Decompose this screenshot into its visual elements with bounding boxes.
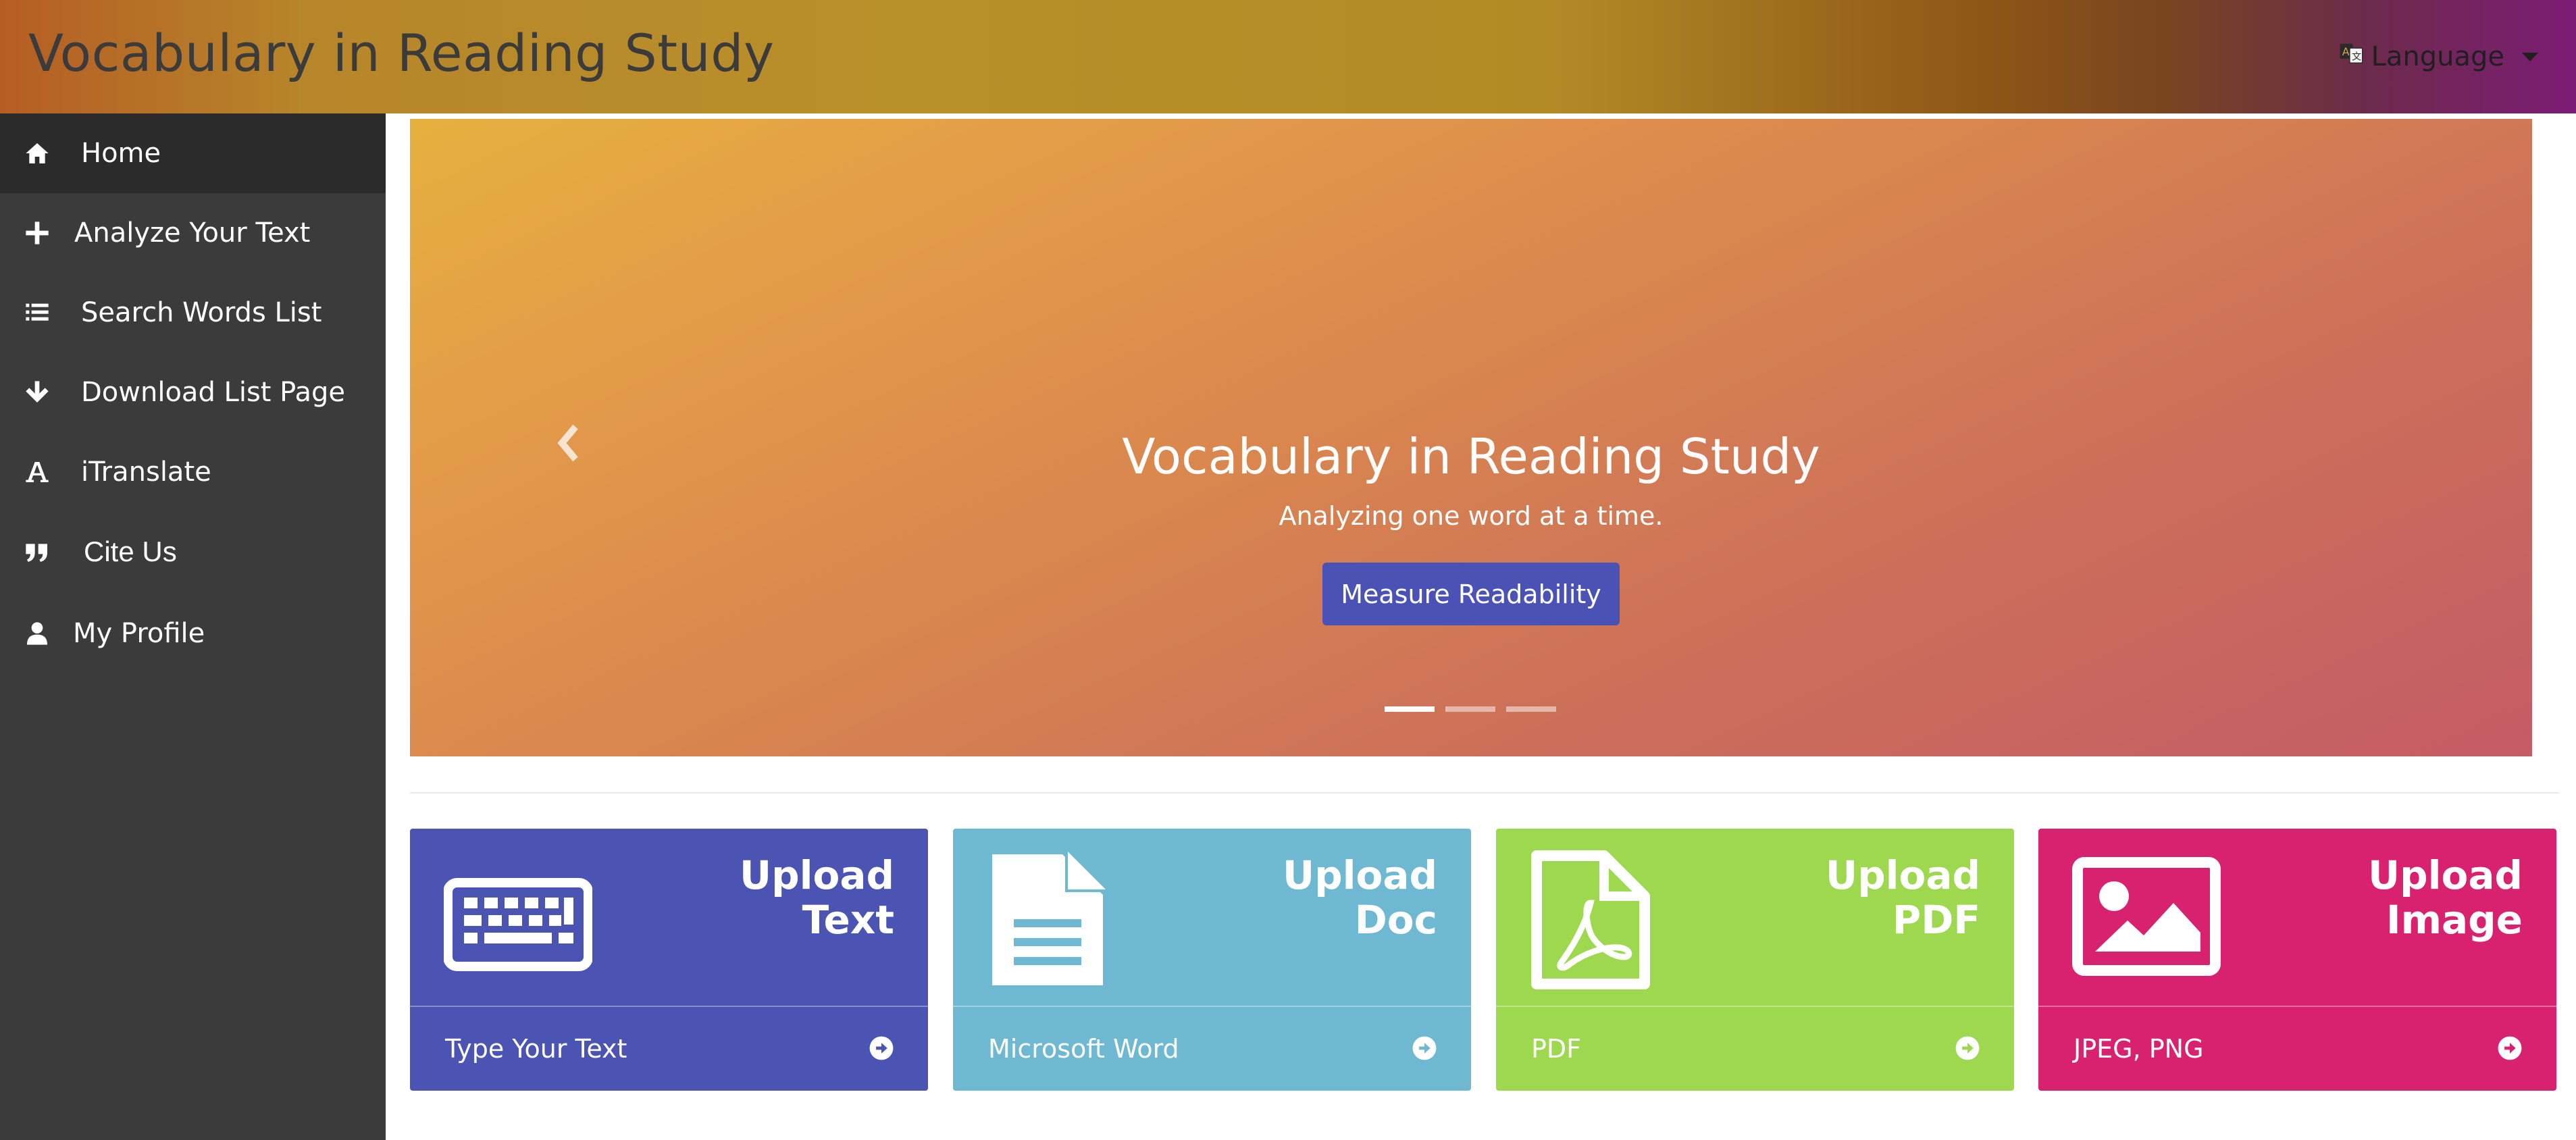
- section-divider: [410, 792, 2559, 794]
- card-title-line2: Doc: [1354, 897, 1437, 943]
- card-title: Upload Image: [2239, 853, 2523, 942]
- sidebar: Home Analyze Your Text Search Words List…: [0, 113, 386, 1140]
- upload-pdf-card[interactable]: Upload PDF PDF: [1496, 829, 2014, 1091]
- card-footer-label: Type Your Text: [445, 1034, 627, 1064]
- card-title-line1: Upload: [2368, 852, 2523, 898]
- keyboard-icon: [443, 849, 593, 980]
- card-title-line1: Upload: [1826, 852, 1980, 898]
- sidebar-item-analyze-your-text[interactable]: Analyze Your Text: [0, 193, 386, 273]
- carousel-subtitle: Analyzing one word at a time.: [1279, 501, 1664, 531]
- svg-text:文: 文: [2352, 51, 2361, 63]
- card-title: Upload PDF: [1697, 853, 1980, 942]
- chevron-down-icon: [2522, 52, 2538, 61]
- card-title-line2: Text: [802, 897, 894, 943]
- sidebar-item-label: My Profile: [73, 618, 205, 649]
- sidebar-item-download-list-page[interactable]: Download List Page: [0, 353, 386, 432]
- image-icon: [2072, 849, 2221, 980]
- card-title-line1: Upload: [1283, 852, 1437, 898]
- arrow-circle-right-icon[interactable]: [1955, 1035, 1980, 1061]
- card-divider: [1496, 1006, 2014, 1007]
- user-icon: [23, 619, 51, 648]
- arrow-circle-right-icon[interactable]: [1412, 1035, 1437, 1061]
- translate-icon: A文: [2339, 41, 2365, 73]
- card-footer-label: PDF: [1531, 1034, 1582, 1064]
- font-icon: [23, 458, 51, 486]
- card-footer-label: Microsoft Word: [988, 1034, 1179, 1064]
- home-icon: [23, 139, 51, 167]
- upload-text-card[interactable]: Upload Text Type Your Text: [410, 829, 928, 1091]
- language-label: Language: [2371, 41, 2504, 72]
- sidebar-item-search-words-list[interactable]: Search Words List: [0, 273, 386, 353]
- sidebar-item-label: Download List Page: [81, 377, 346, 408]
- card-title-line2: PDF: [1892, 897, 1980, 943]
- sidebar-item-label: Cite Us: [84, 536, 177, 567]
- card-title-line2: Image: [2386, 897, 2523, 943]
- carousel-indicator-2[interactable]: [1445, 706, 1495, 712]
- quote-icon: [23, 538, 51, 566]
- site-title[interactable]: Vocabulary in Reading Study: [28, 23, 774, 83]
- card-divider: [410, 1006, 928, 1007]
- card-title: Upload Text: [611, 853, 894, 942]
- measure-readability-button[interactable]: Measure Readability: [1322, 563, 1620, 625]
- carousel-indicators: [1385, 706, 1556, 712]
- sidebar-item-label: Analyze Your Text: [74, 217, 311, 249]
- carousel-title: Vocabulary in Reading Study: [1122, 428, 1820, 485]
- arrow-circle-right-icon[interactable]: [869, 1035, 894, 1061]
- sidebar-item-home[interactable]: Home: [0, 113, 386, 193]
- carousel-indicator-1[interactable]: [1385, 706, 1435, 712]
- sidebar-item-my-profile[interactable]: My Profile: [0, 594, 386, 673]
- arrow-circle-right-icon[interactable]: [2497, 1035, 2523, 1061]
- plus-icon: [23, 219, 51, 247]
- document-icon: [987, 849, 1108, 993]
- carousel-indicator-3[interactable]: [1506, 706, 1556, 712]
- language-dropdown[interactable]: A文 Language: [2339, 38, 2538, 76]
- card-divider: [2038, 1006, 2556, 1007]
- arrow-down-icon: [23, 378, 51, 407]
- svg-text:A: A: [2342, 45, 2349, 58]
- sidebar-item-label: Home: [81, 138, 161, 169]
- sidebar-item-itranslate[interactable]: iTranslate: [0, 432, 386, 512]
- card-title-line1: Upload: [740, 852, 894, 898]
- sidebar-item-label: iTranslate: [81, 457, 211, 488]
- hero-carousel: Vocabulary in Reading Study Analyzing on…: [410, 119, 2532, 756]
- upload-doc-card[interactable]: Upload Doc Microsoft Word: [953, 829, 1471, 1091]
- sidebar-item-label: Search Words List: [81, 297, 322, 328]
- sidebar-item-cite-us[interactable]: Cite Us: [0, 512, 386, 592]
- list-icon: [23, 299, 51, 327]
- card-title: Upload Doc: [1154, 853, 1437, 942]
- card-divider: [953, 1006, 1471, 1007]
- card-footer-label: JPEG, PNG: [2073, 1034, 2204, 1064]
- top-header: Vocabulary in Reading Study A文 Language: [0, 0, 2576, 113]
- upload-image-card[interactable]: Upload Image JPEG, PNG: [2038, 829, 2556, 1091]
- pdf-file-icon: [1530, 849, 1651, 993]
